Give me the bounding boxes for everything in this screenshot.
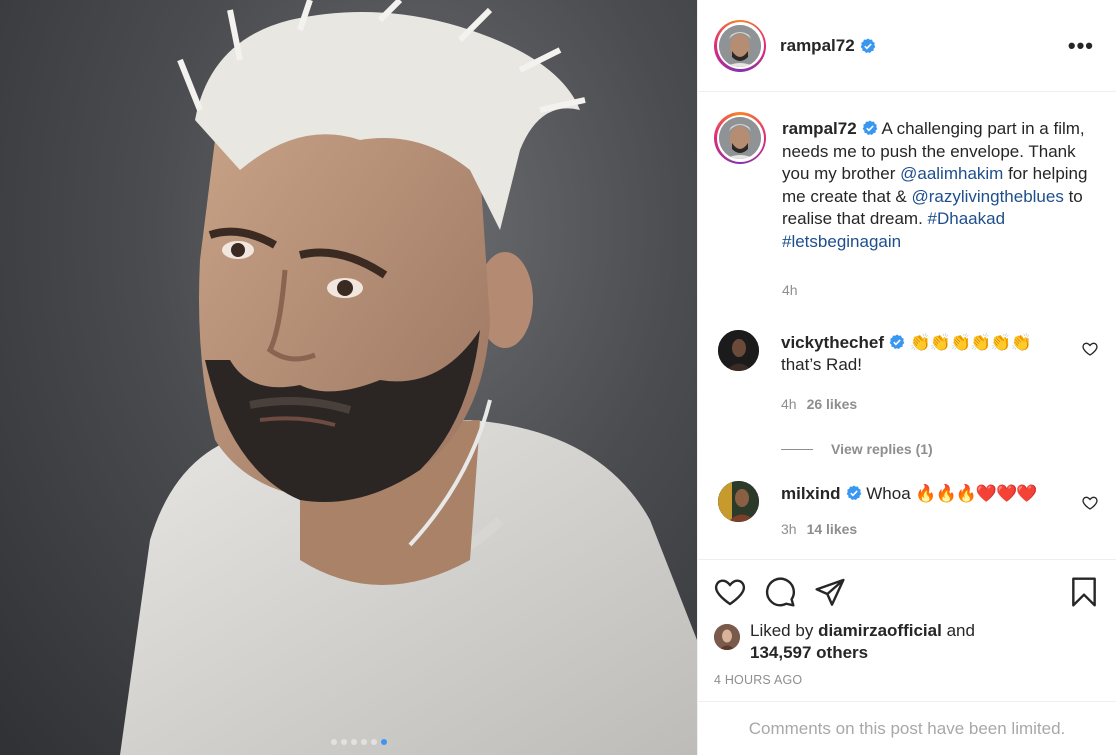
action-bar (714, 574, 1100, 610)
liked-by-prefix: Liked by (750, 621, 814, 640)
comment-text: Whoa (866, 484, 911, 503)
carousel-dot-active (380, 739, 387, 745)
portrait-image (120, 0, 697, 755)
caption-avatar[interactable] (714, 112, 766, 164)
instagram-post: rampal72 ••• rampal72 A challenging part… (0, 0, 1116, 755)
caption-avatar-image (719, 117, 761, 159)
comment-time[interactable]: 3h (781, 521, 797, 537)
comment-text: that’s Rad! (781, 355, 862, 374)
mention-link[interactable]: @razylivingtheblues (911, 187, 1063, 206)
liker-username[interactable]: diamirzaofficial (818, 621, 942, 640)
more-options-icon[interactable]: ••• (1062, 34, 1100, 56)
comment-item: milxind Whoa 🔥🔥🔥❤️❤️❤️ 3h 14 likes (714, 481, 1100, 540)
carousel-indicator (0, 739, 697, 745)
view-replies-button[interactable]: View replies (1) (781, 441, 1100, 457)
commenter-avatar[interactable] (718, 481, 759, 522)
heart-icon[interactable] (714, 576, 746, 608)
verified-icon (846, 485, 861, 500)
post-caption: rampal72 A challenging part in a film, n… (714, 112, 1100, 302)
verified-icon (860, 38, 875, 53)
carousel-dot (350, 739, 357, 745)
carousel-dot (370, 739, 377, 745)
carousel-dot (360, 739, 367, 745)
comment-meta: 3h 14 likes (781, 518, 1061, 541)
mention-link[interactable]: @aalimhakim (900, 164, 1003, 183)
comment-like-heart-icon[interactable] (1082, 495, 1098, 511)
carousel-dot (340, 739, 347, 745)
comment-username[interactable]: vickythechef (781, 333, 884, 352)
comment-likes[interactable]: 26 likes (807, 396, 858, 412)
liked-by: Liked by diamirzaofficial and 134,597 ot… (714, 620, 1100, 664)
commenter-avatar-image (718, 329, 759, 371)
comments-section: rampal72 A challenging part in a film, n… (698, 92, 1116, 559)
comment-emoji: 🔥🔥🔥❤️❤️❤️ (915, 484, 1037, 503)
author-username[interactable]: rampal72 (780, 36, 855, 56)
comment-time[interactable]: 4h (781, 396, 797, 412)
comment-meta: 4h 26 likes (781, 393, 1061, 416)
author-avatar[interactable] (714, 19, 766, 72)
comment-likes[interactable]: 14 likes (807, 521, 858, 537)
bookmark-icon[interactable] (1068, 576, 1100, 608)
post-actions-section: Liked by diamirzaofficial and 134,597 ot… (698, 559, 1116, 755)
verified-icon (862, 120, 877, 135)
liker-avatar[interactable] (714, 624, 740, 650)
post-photo[interactable] (0, 0, 697, 755)
view-replies-label: View replies (1) (831, 441, 933, 457)
liker-avatar-image (714, 624, 740, 650)
caption-username[interactable]: rampal72 (782, 119, 857, 138)
comment-item: vickythechef 👏👏👏👏👏👏 that’s Rad! 4h 26 lik… (714, 329, 1100, 416)
commenter-avatar[interactable] (718, 329, 759, 371)
caption-meta: 4h (782, 279, 1100, 302)
verified-icon (889, 334, 905, 349)
comment-body: vickythechef 👏👏👏👏👏👏 that’s Rad! 4h 26 lik… (781, 332, 1061, 416)
liked-by-and: and (946, 621, 975, 640)
post-timestamp[interactable]: 4 HOURS AGO (714, 673, 1100, 687)
comments-limited-notice: Comments on this post have been limited. (698, 701, 1116, 755)
hashtag-link[interactable]: #letsbeginagain (782, 232, 901, 251)
commenter-avatar-image (718, 481, 759, 522)
caption-body: rampal72 A challenging part in a film, n… (782, 118, 1100, 302)
comment-like-heart-icon[interactable] (1082, 341, 1098, 357)
hashtag-link[interactable]: #Dhaakad (928, 209, 1006, 228)
likes-count[interactable]: 134,597 others (750, 643, 868, 662)
comment-emoji: 👏👏👏👏👏👏 (909, 332, 1032, 352)
post-header: rampal72 ••• (698, 0, 1116, 92)
replies-divider (781, 448, 813, 450)
comment-username[interactable]: milxind (781, 484, 841, 503)
caption-time[interactable]: 4h (782, 282, 798, 298)
share-icon[interactable] (814, 576, 846, 608)
comment-icon[interactable] (764, 576, 796, 608)
comment-body: milxind Whoa 🔥🔥🔥❤️❤️❤️ 3h 14 likes (781, 483, 1061, 540)
author-avatar-image (719, 24, 761, 67)
carousel-dot (330, 739, 337, 745)
post-side-panel: rampal72 ••• rampal72 A challenging part… (697, 0, 1116, 755)
